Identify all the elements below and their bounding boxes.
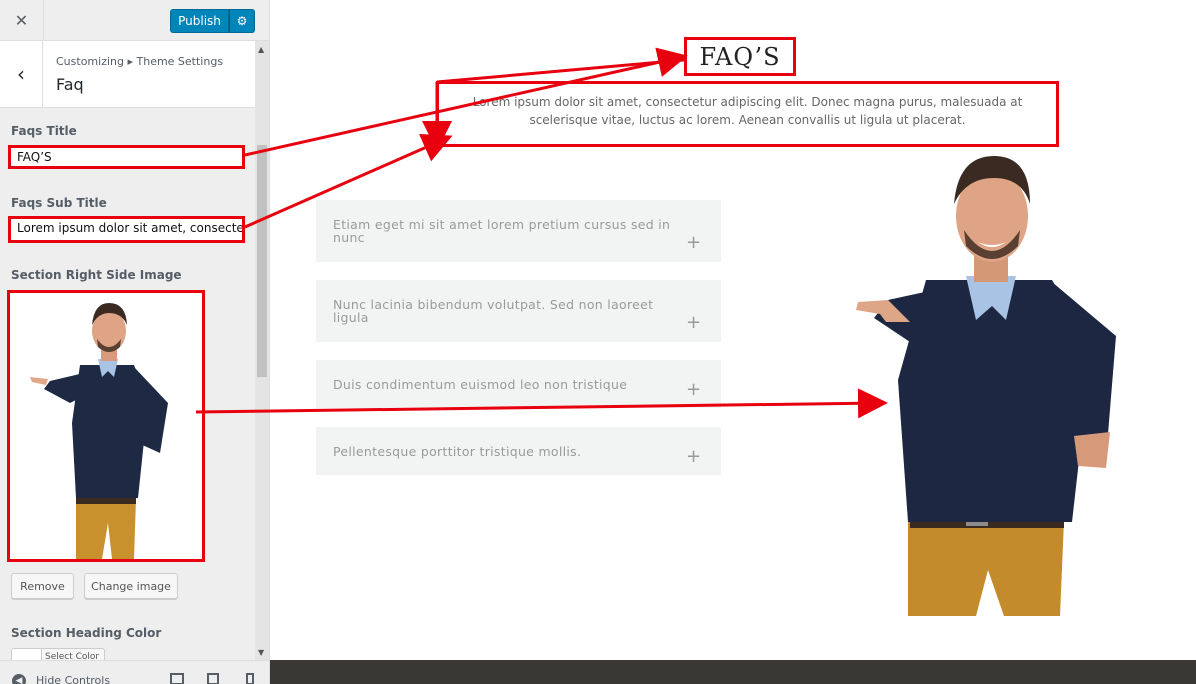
- faq-side-image: [816, 150, 1150, 616]
- close-icon[interactable]: ✕: [0, 0, 44, 41]
- remove-image-button[interactable]: Remove: [11, 573, 74, 599]
- site-preview: FAQ’S Lorem ipsum dolor sit amet, consec…: [270, 0, 1196, 684]
- next-section-band: [270, 660, 1196, 684]
- sidebar-scrollbar[interactable]: ▲ ▼: [255, 41, 269, 660]
- man-pointing-image: [10, 293, 202, 559]
- faqs-title-field[interactable]: FAQ’S: [8, 145, 245, 169]
- desktop-preview-icon[interactable]: [170, 673, 184, 684]
- scroll-thumb[interactable]: [257, 145, 267, 377]
- faq-subheading: Lorem ipsum dolor sit amet, consectetur …: [436, 81, 1059, 147]
- plus-icon[interactable]: +: [686, 232, 701, 253]
- customizer-sidebar: ✕ Publish ⚙ ‹ Customizing ▸ Theme Settin…: [0, 0, 270, 684]
- change-image-button[interactable]: Change image: [84, 573, 178, 599]
- faq-accordion-item[interactable]: Etiam eget mi sit amet lorem pretium cur…: [316, 200, 721, 262]
- plus-icon[interactable]: +: [686, 379, 701, 400]
- tablet-preview-icon[interactable]: [207, 673, 219, 684]
- back-arrow-icon[interactable]: ‹: [0, 41, 43, 107]
- faq-question: Duis condimentum euismod leo non tristiq…: [333, 377, 628, 392]
- heading-color-label: Section Heading Color: [11, 626, 162, 640]
- image-label: Section Right Side Image: [11, 268, 182, 282]
- faqs-subtitle-label: Faqs Sub Title: [11, 196, 107, 210]
- section-header: ‹ Customizing ▸ Theme Settings Faq: [0, 41, 255, 108]
- scroll-up-icon[interactable]: ▲: [258, 45, 264, 54]
- section-image-thumbnail[interactable]: [7, 290, 205, 562]
- hide-controls-button[interactable]: Hide Controls: [36, 674, 110, 684]
- faq-question: Etiam eget mi sit amet lorem pretium cur…: [333, 217, 671, 245]
- plus-icon[interactable]: +: [686, 312, 701, 333]
- controls-panel: Faqs Title FAQ’S Faqs Sub Title Lorem ip…: [0, 108, 255, 668]
- faq-heading: FAQ’S: [684, 37, 796, 76]
- hide-controls-icon[interactable]: ◀: [12, 674, 26, 684]
- faq-question: Nunc lacinia bibendum volutpat. Sed non …: [333, 297, 654, 325]
- faqs-subtitle-field[interactable]: Lorem ipsum dolor sit amet, consectetur: [8, 216, 245, 243]
- customizer-header: ✕ Publish ⚙: [0, 0, 269, 41]
- faq-question: Pellentesque porttitor tristique mollis.: [333, 444, 582, 459]
- breadcrumb: Customizing ▸ Theme Settings: [56, 55, 224, 68]
- publish-button[interactable]: Publish: [170, 9, 229, 33]
- plus-icon[interactable]: +: [686, 446, 701, 467]
- section-title: Faq: [56, 75, 84, 94]
- faq-accordion-item[interactable]: Nunc lacinia bibendum volutpat. Sed non …: [316, 280, 721, 342]
- faq-accordion-item[interactable]: Duis condimentum euismod leo non tristiq…: [316, 360, 721, 408]
- gear-icon[interactable]: ⚙: [229, 9, 255, 33]
- mobile-preview-icon[interactable]: [246, 673, 254, 684]
- faq-accordion-item[interactable]: Pellentesque porttitor tristique mollis.…: [316, 427, 721, 475]
- faqs-title-label: Faqs Title: [11, 124, 77, 138]
- scroll-down-icon[interactable]: ▼: [258, 648, 264, 657]
- customizer-footer: ◀ Hide Controls: [0, 660, 269, 684]
